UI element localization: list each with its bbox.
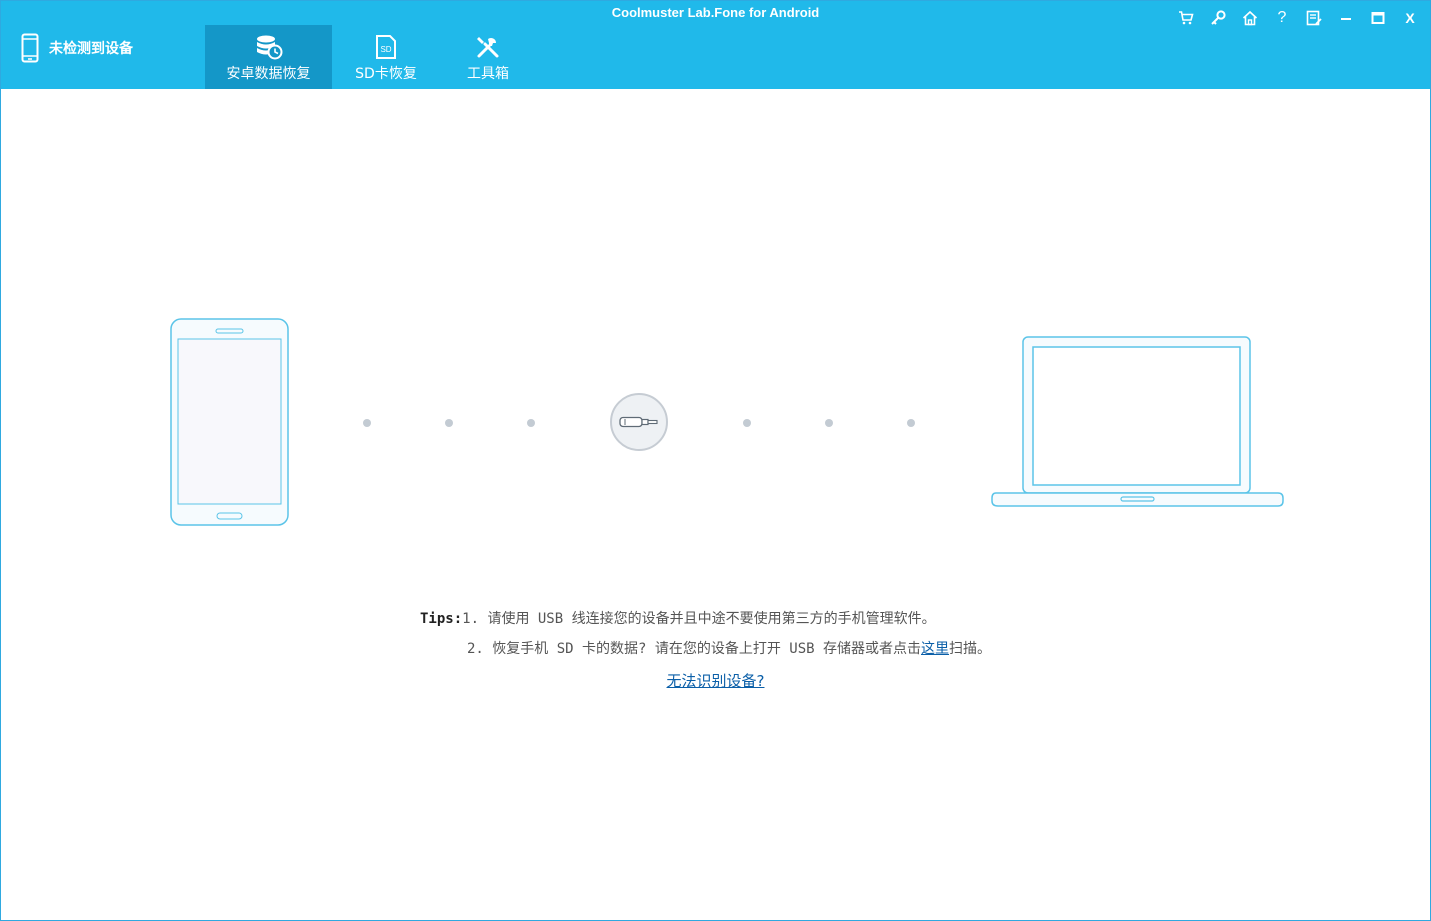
connection-dot [363, 419, 371, 427]
unrecognized-device-help: 无法识别设备? [1, 670, 1430, 691]
connection-dot [527, 419, 535, 427]
phone-illustration [170, 318, 289, 526]
tip-line-2: 2. 恢复手机 SD 卡的数据? 请在您的设备上打开 USB 存储器或者点击这里… [420, 634, 991, 664]
usb-connector-icon [610, 393, 668, 451]
unrecognized-device-link[interactable]: 无法识别设备? [667, 672, 765, 690]
connection-illustration [1, 1, 1430, 920]
tips-label: Tips: [420, 611, 463, 627]
tip-text-2-suffix: 扫描。 [949, 641, 992, 657]
connection-dot [445, 419, 453, 427]
tip-text-1: 1. 请使用 USB 线连接您的设备并且中途不要使用第三方的手机管理软件。 [462, 611, 936, 627]
connection-dot [907, 419, 915, 427]
connection-dot [825, 419, 833, 427]
connection-tips: Tips:1. 请使用 USB 线连接您的设备并且中途不要使用第三方的手机管理软… [420, 604, 991, 664]
scan-here-link[interactable]: 这里 [921, 641, 949, 657]
app-window: Coolmuster Lab.Fone for Android 未检测到设备 安… [0, 0, 1431, 921]
tip-line-1: Tips:1. 请使用 USB 线连接您的设备并且中途不要使用第三方的手机管理软… [420, 604, 991, 634]
laptop-illustration [991, 336, 1284, 507]
connection-dot [743, 419, 751, 427]
tip-text-2: 2. 恢复手机 SD 卡的数据? 请在您的设备上打开 USB 存储器或者点击 [467, 641, 922, 657]
